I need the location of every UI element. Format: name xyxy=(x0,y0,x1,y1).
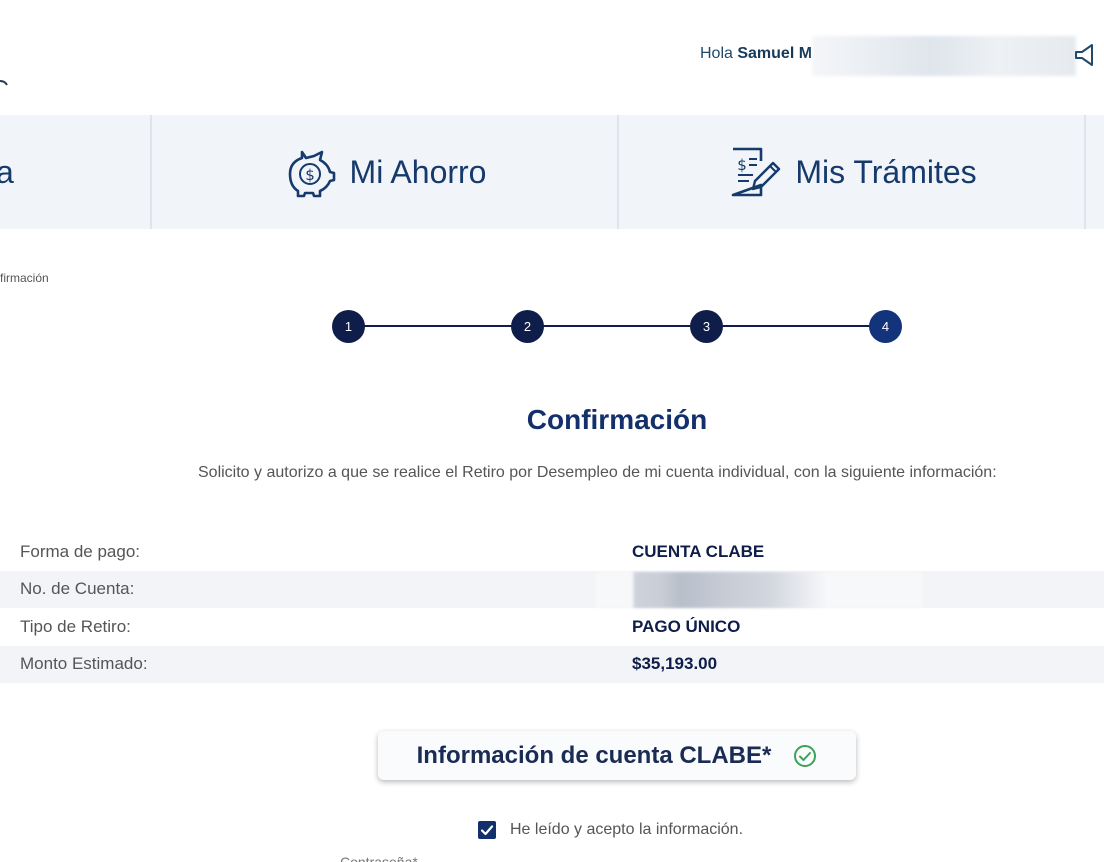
checkmark-icon xyxy=(480,825,494,836)
password-field-label: Contraseña* xyxy=(340,854,418,862)
main-navbar: a $ Mi Ahorro $ Mis Trámites xyxy=(0,115,1104,229)
user-greeting: Hola Samuel M xyxy=(700,45,812,63)
svg-text:$: $ xyxy=(738,156,748,174)
summary-value: $35,193.00 xyxy=(632,654,718,674)
summary-label: Monto Estimado: xyxy=(20,654,148,674)
greeting-prefix: Hola xyxy=(700,45,733,62)
nav-item-partial[interactable]: a xyxy=(0,115,14,229)
step-3: 3 xyxy=(690,310,723,343)
redacted-account-number xyxy=(596,572,922,608)
accept-terms[interactable]: He leído y acepto la información. xyxy=(478,821,743,839)
user-name: Samuel M xyxy=(737,45,813,62)
nav-item-partial-label: a xyxy=(0,153,14,190)
summary-row-forma-pago: Forma de pago: CUENTA CLABE xyxy=(0,533,1104,571)
summary-value: PAGO ÚNICO xyxy=(632,616,741,636)
nav-item-mi-ahorro[interactable]: $ Mi Ahorro xyxy=(152,115,618,229)
summary-row-no-cuenta: No. de Cuenta: xyxy=(0,570,1104,608)
piggy-bank-dollar-icon: $ xyxy=(288,150,335,198)
summary-label: Forma de pago: xyxy=(20,541,141,561)
nav-item-mis-tramites[interactable]: $ Mis Trámites xyxy=(619,115,1085,229)
summary-row-tipo-retiro: Tipo de Retiro: PAGO ÚNICO xyxy=(0,608,1104,646)
clabe-info-label: Información de cuenta CLABE* xyxy=(416,741,772,769)
step-4: 4 xyxy=(869,310,902,343)
logo-fragment xyxy=(0,80,8,86)
check-circle-icon xyxy=(794,744,817,767)
accept-checkbox[interactable] xyxy=(478,821,496,839)
nav-item-mis-tramites-label: Mis Trámites xyxy=(795,153,977,190)
breadcrumb: firmación xyxy=(0,271,49,285)
accept-label: He leído y acepto la información. xyxy=(510,821,744,838)
document-edit-icon: $ xyxy=(732,147,781,197)
summary-table: Forma de pago: CUENTA CLABE No. de Cuent… xyxy=(0,533,1104,683)
nav-divider xyxy=(1084,115,1086,229)
nav-item-mi-ahorro-label: Mi Ahorro xyxy=(349,153,487,190)
step-1: 1 xyxy=(332,310,365,343)
clabe-info-toggle[interactable]: Información de cuenta CLABE* xyxy=(378,731,856,780)
redacted-user-info xyxy=(812,36,1076,76)
summary-row-monto-estimado: Monto Estimado: $35,193.00 xyxy=(0,645,1104,683)
confirmation-description: Solicito y autorizo a que se realice el … xyxy=(198,464,997,481)
megaphone-icon[interactable] xyxy=(1074,42,1096,68)
summary-value: CUENTA CLABE xyxy=(632,541,765,561)
stepper-track xyxy=(348,325,885,327)
summary-label: No. de Cuenta: xyxy=(20,579,135,599)
step-2: 2 xyxy=(511,310,544,343)
summary-label: Tipo de Retiro: xyxy=(20,616,131,636)
breadcrumb-current: firmación xyxy=(0,271,49,285)
page-title: Confirmación xyxy=(526,404,708,435)
svg-text:$: $ xyxy=(305,166,315,184)
